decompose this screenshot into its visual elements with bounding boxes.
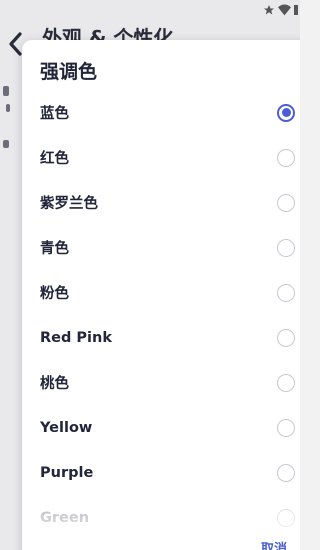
option-purple[interactable]: Purple (22, 450, 300, 495)
radio-unselected-icon[interactable] (277, 373, 295, 392)
option-red-pink[interactable]: Red Pink (22, 315, 300, 360)
option-label: Purple (40, 464, 94, 481)
wifi-icon (278, 3, 291, 19)
option-label: Red Pink (40, 329, 112, 346)
option-cyan[interactable]: 青色 (22, 225, 300, 270)
battery-icon (294, 4, 298, 18)
option-label: 粉色 (40, 286, 69, 302)
option-red[interactable]: 红色 (22, 135, 300, 180)
option-yellow[interactable]: Yellow (22, 405, 300, 450)
status-bar (263, 0, 300, 22)
option-label: Green (40, 509, 90, 526)
option-label: 红色 (40, 151, 69, 167)
option-violet[interactable]: 紫罗兰色 (22, 180, 300, 225)
screen: 外观 & 个性化 强调色 蓝色 红色 紫罗兰色 青色 粉色 Red Pink 桃… (0, 0, 300, 550)
radio-unselected-icon[interactable] (277, 418, 295, 437)
option-pink[interactable]: 粉色 (22, 270, 300, 315)
radio-unselected-icon[interactable] (277, 463, 295, 482)
option-peach[interactable]: 桃色 (22, 360, 300, 405)
radio-unselected-icon[interactable] (277, 193, 295, 212)
accent-color-dialog: 强调色 蓝色 红色 紫罗兰色 青色 粉色 Red Pink 桃色 Yellow … (22, 40, 300, 550)
option-label: 桃色 (40, 376, 69, 392)
dialog-title: 强调色 (40, 61, 98, 83)
option-label: 蓝色 (40, 106, 69, 122)
radio-selected-icon[interactable] (277, 103, 295, 122)
radio-unselected-icon[interactable] (277, 328, 295, 347)
option-label: 青色 (40, 241, 69, 257)
radio-unselected-icon[interactable] (277, 148, 295, 167)
radio-unselected-icon[interactable] (277, 238, 295, 257)
option-label: Yellow (40, 419, 93, 436)
radio-dot (281, 108, 291, 117)
cancel-button[interactable]: 取消 (261, 538, 287, 550)
radio-unselected-icon[interactable] (277, 283, 295, 302)
option-blue[interactable]: 蓝色 (22, 90, 300, 135)
background-text-fragment (6, 104, 10, 112)
option-green[interactable]: Green (22, 495, 300, 540)
background-text-fragment (3, 86, 9, 96)
radio-unselected-icon[interactable] (277, 508, 295, 527)
accent-color-options: 蓝色 红色 紫罗兰色 青色 粉色 Red Pink 桃色 Yellow Purp… (22, 90, 300, 540)
star-icon (263, 4, 275, 19)
option-label: 紫罗兰色 (40, 196, 98, 212)
background-text-fragment (3, 140, 9, 148)
